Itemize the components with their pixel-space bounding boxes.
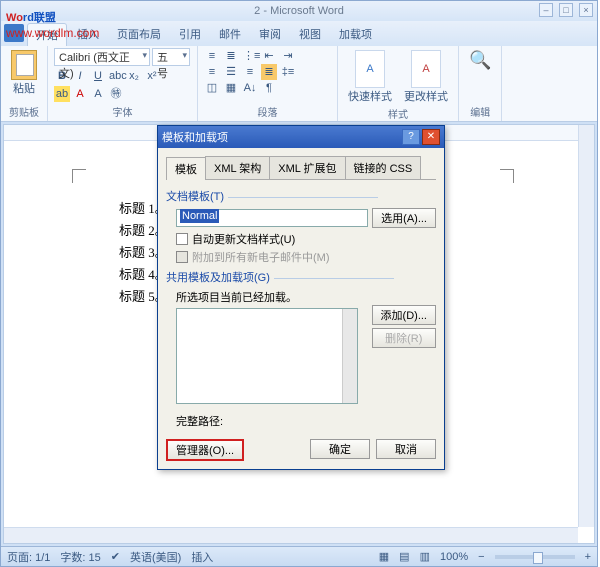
borders-button[interactable]: ▦ xyxy=(223,80,239,96)
font-name-combo[interactable]: Calibri (西文正文) xyxy=(54,48,150,66)
status-lang[interactable]: 英语(美国) xyxy=(130,549,181,565)
font-size-combo[interactable]: 五号 xyxy=(152,48,190,66)
select-template-button[interactable]: 选用(A)... xyxy=(372,208,436,228)
zoom-out-button[interactable]: − xyxy=(478,551,484,563)
auto-update-label: 自动更新文档样式(U) xyxy=(192,231,295,247)
style-swatch-icon: A xyxy=(355,50,385,88)
view-print-icon[interactable]: ▦ xyxy=(379,550,389,563)
status-bar: 页面: 1/1 字数: 15 ✔ 英语(美国) 插入 ▦ ▤ ▥ 100% − … xyxy=(1,546,597,566)
margin-corner-icon xyxy=(72,169,86,183)
zoom-level[interactable]: 100% xyxy=(440,551,468,563)
shading-button[interactable]: ◫ xyxy=(204,80,220,96)
auto-update-checkbox[interactable] xyxy=(176,233,188,245)
zoom-in-button[interactable]: + xyxy=(585,551,591,563)
full-path-label: 完整路径: xyxy=(176,413,426,429)
line-spacing-button[interactable]: ‡≡ xyxy=(280,64,296,80)
cancel-button[interactable]: 取消 xyxy=(376,439,436,459)
addins-listbox[interactable] xyxy=(176,308,358,404)
status-proof-icon[interactable]: ✔ xyxy=(111,550,120,563)
group-clipboard: 粘贴 剪贴板 xyxy=(1,46,48,121)
vertical-scrollbar[interactable] xyxy=(578,125,594,527)
dialog-title: 模板和加载项 xyxy=(162,129,228,145)
watermark-logo: Word联盟 xyxy=(6,8,56,26)
template-path-input[interactable]: Normal xyxy=(176,209,368,227)
close-button[interactable]: × xyxy=(579,3,593,17)
align-center-button[interactable]: ☰ xyxy=(223,64,239,80)
tab-layout[interactable]: 页面布局 xyxy=(109,23,169,46)
title-bar: 2 - Microsoft Word – □ × xyxy=(1,1,597,21)
tab-review[interactable]: 审阅 xyxy=(251,23,289,46)
find-button[interactable]: 🔍 xyxy=(465,48,495,73)
window-title: 2 - Microsoft Word xyxy=(254,5,344,17)
bullets-button[interactable]: ≡ xyxy=(204,48,220,64)
group-font: Calibri (西文正文) 五号 B I U abc x₂ x² ab A A… xyxy=(48,46,198,121)
tab-addins[interactable]: 加载项 xyxy=(331,23,380,46)
ribbon: 粘贴 剪贴板 Calibri (西文正文) 五号 B I U abc x₂ x²… xyxy=(1,46,597,122)
align-right-button[interactable]: ≡ xyxy=(242,64,258,80)
listbox-scrollbar[interactable] xyxy=(342,309,357,403)
dlgtab-xmlexp[interactable]: XML 扩展包 xyxy=(269,156,345,179)
group-editing: 🔍 编辑 xyxy=(459,46,502,121)
enclose-button[interactable]: ㊕ xyxy=(108,86,124,102)
remove-addin-button: 删除(R) xyxy=(372,328,436,348)
group-styles: A 快速样式 A 更改样式 样式 xyxy=(338,46,459,121)
group-paragraph: ≡ ≣ ⋮≡ ⇤ ⇥ ≡ ☰ ≡ ≣ ‡≡ ◫ ▦ A↓ ¶ 段落 xyxy=(198,46,338,121)
status-page[interactable]: 页面: 1/1 xyxy=(7,549,50,565)
view-web-icon[interactable]: ▥ xyxy=(420,550,430,563)
tab-view[interactable]: 视图 xyxy=(291,23,329,46)
tab-mailings[interactable]: 邮件 xyxy=(211,23,249,46)
margin-corner-icon xyxy=(500,169,514,183)
changestyles-button[interactable]: A 更改样式 xyxy=(400,48,452,106)
indent-inc-button[interactable]: ⇥ xyxy=(280,48,296,64)
restore-button[interactable]: □ xyxy=(559,3,573,17)
align-left-button[interactable]: ≡ xyxy=(204,64,220,80)
templates-addins-dialog: 模板和加载项 ? ✕ 模板 XML 架构 XML 扩展包 链接的 CSS 文档模… xyxy=(157,125,445,470)
dialog-titlebar[interactable]: 模板和加载项 ? ✕ xyxy=(158,126,444,148)
showmarks-button[interactable]: ¶ xyxy=(261,80,277,96)
find-icon: 🔍 xyxy=(469,50,491,71)
minimize-button[interactable]: – xyxy=(539,3,553,17)
watermark-url: www.wordlm.com xyxy=(6,26,99,40)
multilevel-button[interactable]: ⋮≡ xyxy=(242,48,258,64)
dialog-tabs: 模板 XML 架构 XML 扩展包 链接的 CSS xyxy=(166,156,436,180)
indent-dec-button[interactable]: ⇤ xyxy=(261,48,277,64)
horizontal-scrollbar[interactable] xyxy=(4,527,578,543)
zoom-slider[interactable] xyxy=(495,555,575,559)
font-color-button[interactable]: A xyxy=(72,86,88,102)
dlgtab-xmlschema[interactable]: XML 架构 xyxy=(205,156,270,179)
status-mode[interactable]: 插入 xyxy=(191,549,213,565)
tab-references[interactable]: 引用 xyxy=(171,23,209,46)
ok-button[interactable]: 确定 xyxy=(310,439,370,459)
italic-button[interactable]: I xyxy=(72,68,88,84)
manager-button[interactable]: 管理器(O)... xyxy=(166,439,244,461)
strike-button[interactable]: abc xyxy=(108,68,124,84)
dialog-body: 模板 XML 架构 XML 扩展包 链接的 CSS 文档模板(T) Normal… xyxy=(158,148,444,469)
justify-button[interactable]: ≣ xyxy=(261,64,277,80)
shared-hint: 所选项目当前已经加载。 xyxy=(176,289,436,305)
shared-section-label: 共用模板及加载项(G) xyxy=(166,269,436,285)
dialog-help-button[interactable]: ? xyxy=(402,129,420,145)
status-words[interactable]: 字数: 15 xyxy=(60,549,100,565)
attach-email-label: 附加到所有新电子邮件中(M) xyxy=(192,249,330,265)
char-shading-button[interactable]: A xyxy=(90,86,106,102)
sort-button[interactable]: A↓ xyxy=(242,80,258,96)
paste-button[interactable]: 粘贴 xyxy=(7,48,41,98)
highlight-button[interactable]: ab xyxy=(54,86,70,102)
quickstyles-button[interactable]: A 快速样式 xyxy=(344,48,396,106)
doc-template-label: 文档模板(T) xyxy=(166,188,436,204)
dialog-close-button[interactable]: ✕ xyxy=(422,129,440,145)
paste-icon xyxy=(11,50,37,80)
sub-button[interactable]: x₂ xyxy=(126,68,142,84)
add-addin-button[interactable]: 添加(D)... xyxy=(372,305,436,325)
view-read-icon[interactable]: ▤ xyxy=(399,550,409,563)
changestyle-icon: A xyxy=(411,50,441,88)
underline-button[interactable]: U xyxy=(90,68,106,84)
dlgtab-linkedcss[interactable]: 链接的 CSS xyxy=(345,156,422,179)
numbering-button[interactable]: ≣ xyxy=(223,48,239,64)
dlgtab-templates[interactable]: 模板 xyxy=(166,157,206,180)
attach-email-checkbox xyxy=(176,251,188,263)
